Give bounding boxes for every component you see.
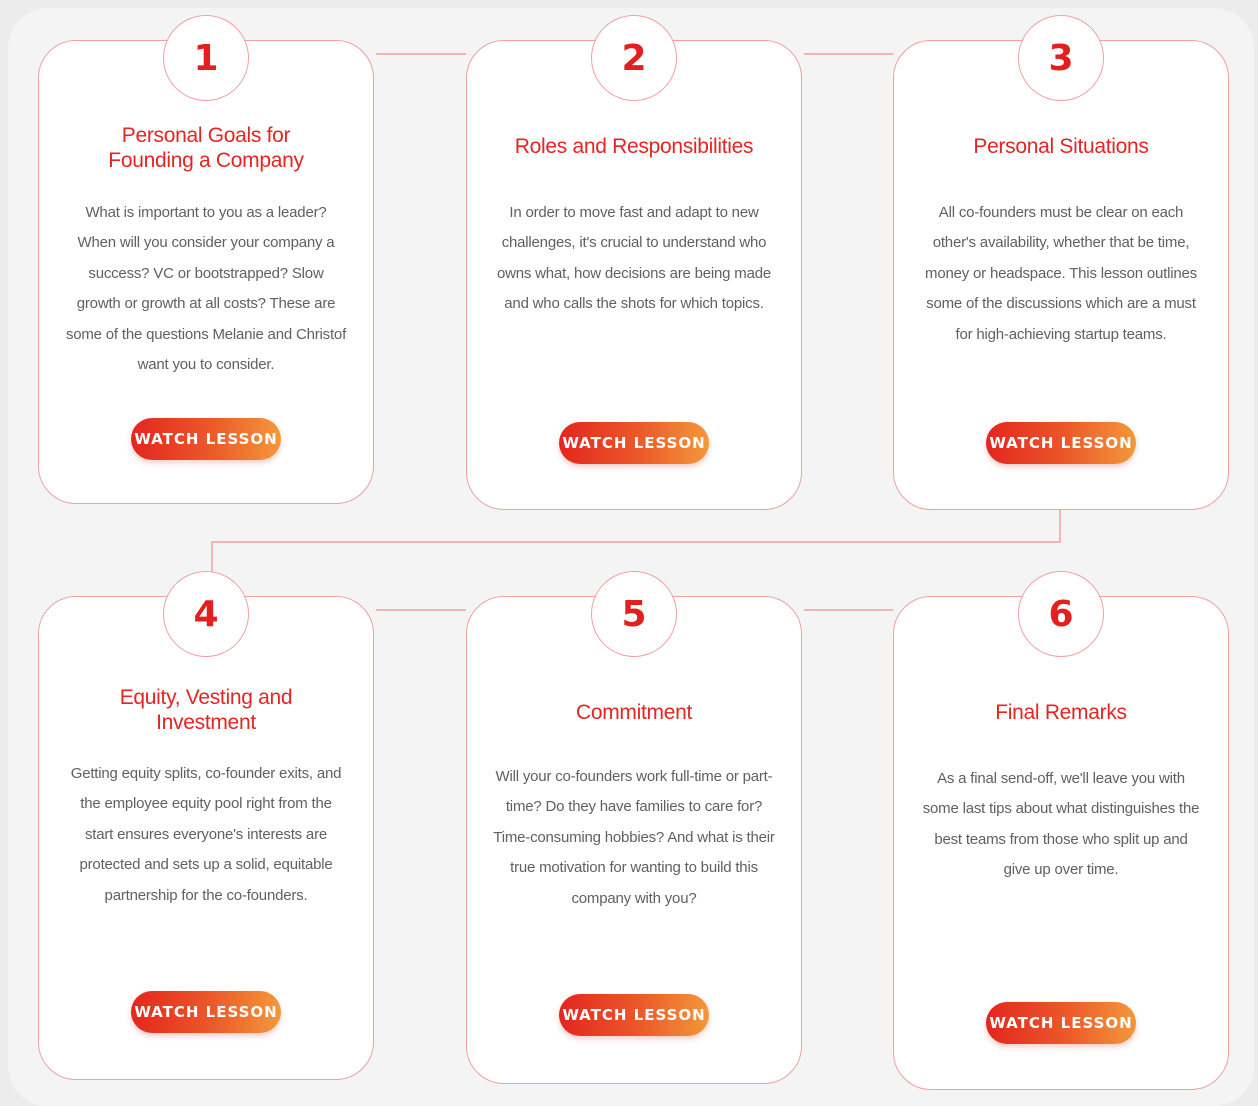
lesson-card-5: 5 Commitment Will your co-founders work … (466, 571, 802, 1084)
lesson-title: Personal Goals for Founding a Company (108, 124, 304, 172)
lesson-number-badge: 6 (1018, 571, 1104, 657)
lesson-card-2: 2 Roles and Responsibilities In order to… (466, 15, 802, 510)
lesson-card-3: 3 Personal Situations All co-founders mu… (893, 15, 1229, 510)
lesson-card-4: 4 Equity, Vesting and Investment Getting… (38, 571, 374, 1080)
lesson-number-badge: 4 (163, 571, 249, 657)
lesson-title: Personal Situations (973, 135, 1149, 158)
watch-lesson-button[interactable]: WATCH LESSON (131, 418, 281, 460)
lesson-title: Commitment (575, 701, 693, 724)
lesson-description: As a final send-off, we'll leave you wit… (922, 770, 1200, 879)
watch-lesson-button[interactable]: WATCH LESSON (559, 994, 709, 1036)
watch-lesson-button[interactable]: WATCH LESSON (559, 422, 709, 464)
lesson-description: What is important to you as a leader? Wh… (65, 204, 347, 374)
lesson-card-6: 6 Final Remarks As a final send-off, we'… (893, 571, 1229, 1090)
lesson-description: In order to move fast and adapt to new c… (496, 204, 772, 313)
lesson-description: Will your co-founders work full-time or … (493, 768, 775, 907)
watch-lesson-button[interactable]: WATCH LESSON (986, 1002, 1136, 1044)
connector-3-4 (211, 508, 1061, 572)
lesson-number-badge: 5 (591, 571, 677, 657)
lesson-title: Final Remarks (995, 701, 1127, 724)
watch-lesson-button[interactable]: WATCH LESSON (986, 422, 1136, 464)
watch-lesson-button[interactable]: WATCH LESSON (131, 991, 281, 1033)
lesson-title: Roles and Responsibilities (514, 135, 754, 158)
lesson-number-badge: 2 (591, 15, 677, 101)
lesson-number-badge: 3 (1018, 15, 1104, 101)
lesson-description: All co-founders must be clear on each ot… (925, 204, 1197, 343)
lesson-description: Getting equity splits, co-founder exits,… (70, 765, 342, 904)
lesson-title: Equity, Vesting and Investment (119, 686, 293, 734)
lesson-number-badge: 1 (163, 15, 249, 101)
lesson-card-1: 1 Personal Goals for Founding a Company … (38, 15, 374, 504)
